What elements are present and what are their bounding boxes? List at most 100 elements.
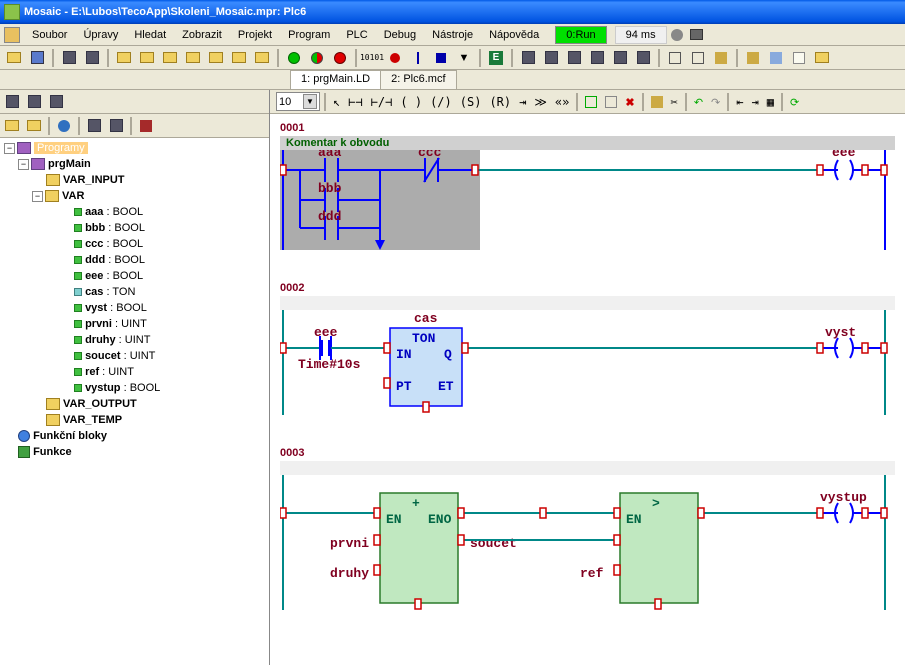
grid-icon[interactable] bbox=[743, 48, 763, 68]
tree-var-item[interactable]: ref : UINT bbox=[2, 364, 267, 380]
tree-var-input[interactable]: VAR_INPUT bbox=[2, 172, 267, 188]
indent-icon[interactable]: ⇤ bbox=[733, 94, 746, 110]
side2-btn1-icon[interactable] bbox=[2, 116, 22, 136]
view6-icon[interactable] bbox=[633, 48, 653, 68]
expand-icon[interactable]: − bbox=[32, 191, 43, 202]
folder8-icon[interactable] bbox=[252, 48, 272, 68]
tree-func-blocks[interactable]: Funkční bloky bbox=[2, 428, 267, 444]
rung1[interactable]: aaa ccc eee bbb bbox=[280, 150, 895, 250]
rung3[interactable]: + EN ENO prvni druhy soucet > EN ref vys… bbox=[280, 475, 895, 610]
rung1-svg[interactable]: aaa ccc eee bbb bbox=[280, 150, 890, 250]
grid2-icon[interactable]: ▦ bbox=[764, 94, 777, 110]
save-icon[interactable] bbox=[27, 48, 47, 68]
menu-soubor[interactable]: Soubor bbox=[24, 27, 75, 43]
binary-icon[interactable]: 10101 bbox=[362, 48, 382, 68]
cursor-icon[interactable]: ↖ bbox=[330, 94, 343, 110]
box-icon[interactable] bbox=[582, 95, 600, 109]
menu-zobrazit[interactable]: Zobrazit bbox=[174, 27, 230, 43]
tree-var-item[interactable]: ddd : BOOL bbox=[2, 252, 267, 268]
skip-icon[interactable] bbox=[431, 48, 451, 68]
side-btn2-icon[interactable] bbox=[24, 92, 44, 112]
runstop-icon[interactable] bbox=[307, 48, 327, 68]
rung2-comment[interactable] bbox=[280, 296, 895, 310]
folder6-icon[interactable] bbox=[206, 48, 226, 68]
tab-plc6[interactable]: 2: Plc6.mcf bbox=[380, 70, 456, 89]
stop-icon[interactable] bbox=[330, 48, 350, 68]
menu-program[interactable]: Program bbox=[280, 27, 338, 43]
menu-hledat[interactable]: Hledat bbox=[126, 27, 174, 43]
tree-var[interactable]: −VAR bbox=[2, 188, 267, 204]
tree-var-item[interactable]: bbb : BOOL bbox=[2, 220, 267, 236]
titlebar[interactable]: Mosaic - E:\Lubos\TecoApp\Skoleni_Mosaic… bbox=[0, 0, 905, 24]
coil-s-icon[interactable]: (S) bbox=[457, 94, 485, 110]
rung1-comment[interactable]: Komentar k obvodu bbox=[280, 136, 895, 150]
side2-btn4-icon[interactable] bbox=[106, 116, 126, 136]
coil-icon[interactable]: ( ) bbox=[397, 94, 425, 110]
paste-icon[interactable] bbox=[82, 48, 102, 68]
expand-icon[interactable]: − bbox=[4, 143, 15, 154]
return2-icon[interactable]: «» bbox=[552, 94, 572, 110]
menu-upravy[interactable]: Úpravy bbox=[75, 27, 126, 43]
tool3-icon[interactable] bbox=[711, 48, 731, 68]
rung2-svg[interactable]: eee Time#10s cas TON IN Q PT ET vyst bbox=[280, 310, 890, 415]
gear-icon[interactable] bbox=[667, 25, 687, 45]
tree-root[interactable]: −Programy bbox=[2, 140, 267, 156]
tree-var-item[interactable]: ccc : BOOL bbox=[2, 236, 267, 252]
menu-napoveda[interactable]: Nápověda bbox=[481, 27, 547, 43]
step-icon[interactable] bbox=[408, 48, 428, 68]
tool-a-icon[interactable] bbox=[648, 95, 666, 109]
menu-debug[interactable]: Debug bbox=[376, 27, 424, 43]
folder5-icon[interactable] bbox=[183, 48, 203, 68]
tree-var-output[interactable]: VAR_OUTPUT bbox=[2, 396, 267, 412]
view2-icon[interactable] bbox=[541, 48, 561, 68]
rung2[interactable]: eee Time#10s cas TON IN Q PT ET vyst bbox=[280, 310, 895, 415]
folder7-icon[interactable] bbox=[229, 48, 249, 68]
ladder-area[interactable]: 0001 Komentar k obvodu aaa ccc bbox=[270, 114, 905, 665]
view1-icon[interactable] bbox=[518, 48, 538, 68]
refresh-icon[interactable]: ⟳ bbox=[787, 94, 802, 110]
side-btn1-icon[interactable] bbox=[2, 92, 22, 112]
run-status-badge[interactable]: 0:Run bbox=[555, 26, 606, 44]
side2-btn3-icon[interactable] bbox=[84, 116, 104, 136]
coil-r-icon[interactable]: (R) bbox=[486, 94, 514, 110]
tree-var-item[interactable]: cas : TON bbox=[2, 284, 267, 300]
contact-nc-icon[interactable]: ⊢/⊣ bbox=[368, 94, 396, 110]
folder4-icon[interactable] bbox=[160, 48, 180, 68]
tree-var-item[interactable]: vystup : BOOL bbox=[2, 380, 267, 396]
sheet-icon[interactable] bbox=[789, 48, 809, 68]
tree-var-item[interactable]: soucet : UINT bbox=[2, 348, 267, 364]
tree-var-item[interactable]: eee : BOOL bbox=[2, 268, 267, 284]
tool1-icon[interactable] bbox=[665, 48, 685, 68]
tool2-icon[interactable] bbox=[688, 48, 708, 68]
expand-icon[interactable]: − bbox=[18, 159, 29, 170]
globe-icon[interactable] bbox=[54, 116, 74, 136]
jump-icon[interactable]: ⇥ bbox=[516, 94, 529, 110]
view3-icon[interactable] bbox=[564, 48, 584, 68]
menu-plc[interactable]: PLC bbox=[338, 27, 375, 43]
coil-neg-icon[interactable]: (/) bbox=[427, 94, 455, 110]
e-icon[interactable]: E bbox=[486, 48, 506, 68]
tree-var-item[interactable]: prvni : UINT bbox=[2, 316, 267, 332]
view5-icon[interactable] bbox=[610, 48, 630, 68]
rung3-svg[interactable]: + EN ENO prvni druhy soucet > EN ref vys… bbox=[280, 475, 890, 610]
contact-no-icon[interactable]: ⊢⊣ bbox=[345, 94, 365, 110]
side2-btn5-icon[interactable] bbox=[136, 116, 156, 136]
breakpoint-icon[interactable] bbox=[385, 48, 405, 68]
view4-icon[interactable] bbox=[587, 48, 607, 68]
outdent-icon[interactable]: ⇥ bbox=[749, 94, 762, 110]
arrow-icon[interactable]: ▼ bbox=[454, 48, 474, 68]
tree-var-item[interactable]: vyst : BOOL bbox=[2, 300, 267, 316]
tree-prgmain[interactable]: −prgMain bbox=[2, 156, 267, 172]
return-icon[interactable]: ≫ bbox=[531, 94, 550, 110]
folder2-icon[interactable] bbox=[114, 48, 134, 68]
copy-icon[interactable] bbox=[59, 48, 79, 68]
tree-var-item[interactable]: druhy : UINT bbox=[2, 332, 267, 348]
open-icon[interactable] bbox=[4, 48, 24, 68]
redo-icon[interactable]: ↷ bbox=[708, 94, 723, 110]
undo-icon[interactable]: ↶ bbox=[691, 94, 706, 110]
side-btn3-icon[interactable] bbox=[46, 92, 66, 112]
side2-btn2-icon[interactable] bbox=[24, 116, 44, 136]
tree-var-item[interactable]: aaa : BOOL bbox=[2, 204, 267, 220]
folder3-icon[interactable] bbox=[137, 48, 157, 68]
tree-var-temp[interactable]: VAR_TEMP bbox=[2, 412, 267, 428]
